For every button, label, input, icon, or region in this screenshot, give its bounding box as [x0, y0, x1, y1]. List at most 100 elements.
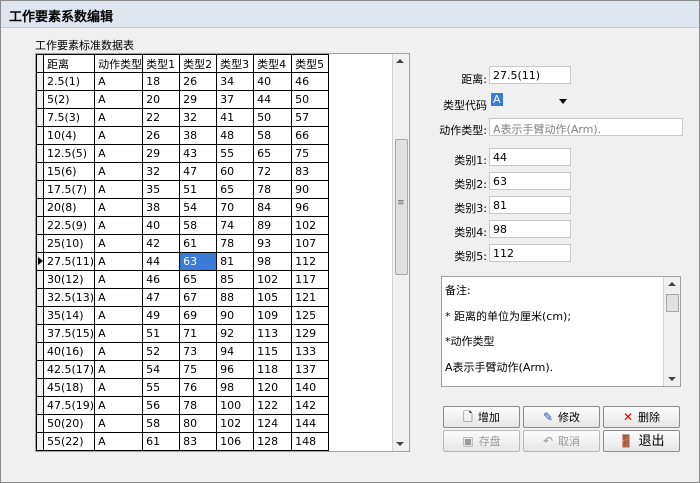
- row-indicator[interactable]: [36, 198, 44, 217]
- table-cell[interactable]: 109: [216, 450, 255, 451]
- table-cell[interactable]: 27.5(11): [42, 252, 96, 271]
- table-cell[interactable]: 70: [216, 198, 255, 217]
- table-cell[interactable]: 50: [291, 90, 330, 109]
- table-cell[interactable]: 50(20): [42, 414, 96, 433]
- table-cell[interactable]: A: [94, 270, 144, 289]
- row-indicator[interactable]: [36, 180, 44, 199]
- table-cell[interactable]: 81: [216, 252, 255, 271]
- table-cell[interactable]: 78: [253, 180, 293, 199]
- table-cell[interactable]: 29: [142, 144, 181, 163]
- table-cell[interactable]: 84: [253, 198, 293, 217]
- table-row[interactable]: 20(8) A 38 54 70 84 96: [36, 198, 330, 217]
- table-cell[interactable]: 133: [291, 342, 330, 361]
- table-cell[interactable]: 102: [216, 414, 255, 433]
- scroll-thumb[interactable]: [395, 139, 408, 275]
- row-indicator[interactable]: [36, 360, 44, 379]
- table-cell[interactable]: 72: [253, 162, 293, 181]
- table-row[interactable]: 47.5(19) A 56 78 100 122 142: [36, 396, 330, 415]
- table-cell[interactable]: 43: [179, 144, 218, 163]
- table-cell[interactable]: A: [94, 288, 144, 307]
- table-cell[interactable]: 90: [291, 180, 330, 199]
- row-indicator[interactable]: [36, 270, 44, 289]
- table-cell[interactable]: 61: [179, 234, 218, 253]
- row-indicator[interactable]: [36, 288, 44, 307]
- row-indicator[interactable]: [36, 72, 44, 91]
- row-indicator[interactable]: [36, 252, 44, 271]
- table-cell[interactable]: 51: [179, 180, 218, 199]
- table-cell[interactable]: A: [94, 216, 144, 235]
- table-cell[interactable]: 5(2): [42, 90, 96, 109]
- table-cell[interactable]: 42: [142, 234, 181, 253]
- table-cell[interactable]: 78: [179, 396, 218, 415]
- table-cell[interactable]: 57: [291, 108, 330, 127]
- table-cell[interactable]: 124: [253, 414, 293, 433]
- row-indicator[interactable]: [36, 162, 44, 181]
- table-row[interactable]: 45(18) A 55 76 98 120 140: [36, 378, 330, 397]
- table-cell[interactable]: 107: [291, 234, 330, 253]
- table-cell[interactable]: 63: [179, 252, 218, 271]
- chevron-down-icon[interactable]: [559, 99, 567, 104]
- table-row[interactable]: 27.5(11) A 44 63 81 98 112: [36, 252, 330, 271]
- table-cell[interactable]: 50: [253, 108, 293, 127]
- row-indicator[interactable]: [36, 108, 44, 127]
- table-row[interactable]: 37.5(15) A 51 71 92 113 129: [36, 324, 330, 343]
- exit-button[interactable]: 🚪 退出: [603, 430, 680, 452]
- column-header[interactable]: 类型3: [216, 54, 255, 73]
- table-row[interactable]: 42.5(17) A 54 75 96 118 137: [36, 360, 330, 379]
- grid-vertical-scrollbar[interactable]: [392, 54, 409, 451]
- table-cell[interactable]: 71: [179, 324, 218, 343]
- table-cell[interactable]: 55: [216, 144, 255, 163]
- table-cell[interactable]: A: [94, 126, 144, 145]
- table-cell[interactable]: 100: [216, 396, 255, 415]
- table-cell[interactable]: 32.5(13): [42, 288, 96, 307]
- table-cell[interactable]: 26: [179, 72, 218, 91]
- table-cell[interactable]: 65: [253, 144, 293, 163]
- table-cell[interactable]: 86: [179, 450, 218, 451]
- table-cell[interactable]: A: [94, 72, 144, 91]
- table-cell[interactable]: A: [94, 342, 144, 361]
- table-cell[interactable]: 58: [142, 414, 181, 433]
- table-row[interactable]: 25(10) A 42 61 78 93 107: [36, 234, 330, 253]
- table-cell[interactable]: 140: [291, 378, 330, 397]
- table-cell[interactable]: 55: [142, 378, 181, 397]
- row-indicator[interactable]: [36, 342, 44, 361]
- table-cell[interactable]: 17.5(7): [42, 180, 96, 199]
- type-code-select[interactable]: A: [489, 92, 571, 110]
- table-row[interactable]: 10(4) A 26 38 48 58 66: [36, 126, 330, 145]
- table-cell[interactable]: 47.5(19): [42, 396, 96, 415]
- table-cell[interactable]: A: [94, 414, 144, 433]
- table-cell[interactable]: 40: [253, 72, 293, 91]
- class2-field[interactable]: 63: [489, 172, 571, 190]
- table-cell[interactable]: 20(8): [42, 198, 96, 217]
- table-cell[interactable]: 7.5(3): [42, 108, 96, 127]
- title-bar[interactable]: 工作要素系数编辑: [1, 1, 699, 28]
- table-cell[interactable]: 90: [216, 306, 255, 325]
- table-cell[interactable]: 30(12): [42, 270, 96, 289]
- table-cell[interactable]: 46: [142, 270, 181, 289]
- table-row[interactable]: 60(24)A6386109131152: [36, 450, 330, 451]
- column-header[interactable]: 类型2: [179, 54, 218, 73]
- scroll-thumb[interactable]: [666, 294, 679, 312]
- table-cell[interactable]: 42.5(17): [42, 360, 96, 379]
- class5-field[interactable]: 112: [489, 244, 571, 262]
- table-cell[interactable]: 121: [291, 288, 330, 307]
- table-cell[interactable]: 73: [179, 342, 218, 361]
- table-cell[interactable]: 92: [216, 324, 255, 343]
- table-cell[interactable]: 152: [291, 450, 330, 451]
- column-header[interactable]: 动作类型: [94, 54, 144, 73]
- column-header[interactable]: 类型1: [142, 54, 181, 73]
- row-indicator[interactable]: [36, 216, 44, 235]
- row-indicator[interactable]: [36, 234, 44, 253]
- table-cell[interactable]: A: [94, 162, 144, 181]
- delete-button[interactable]: ✕ 删除: [603, 406, 680, 428]
- scroll-up-arrow-icon[interactable]: [668, 282, 676, 286]
- table-row[interactable]: 15(6) A 32 47 60 72 83: [36, 162, 330, 181]
- table-cell[interactable]: 142: [291, 396, 330, 415]
- table-row[interactable]: 30(12) A 46 65 85 102 117: [36, 270, 330, 289]
- add-button[interactable]: 🗋 增加: [443, 406, 520, 428]
- table-cell[interactable]: 47: [179, 162, 218, 181]
- scroll-up-arrow-icon[interactable]: [396, 59, 404, 63]
- table-cell[interactable]: 88: [216, 288, 255, 307]
- column-header[interactable]: 类型5: [291, 54, 330, 73]
- row-indicator[interactable]: [36, 414, 44, 433]
